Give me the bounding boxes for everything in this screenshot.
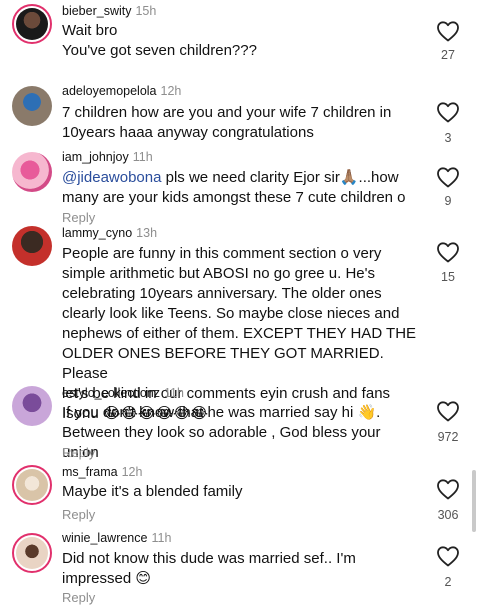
comment-username[interactable]: bieber_swity	[62, 4, 131, 18]
comment-time: 11h	[132, 150, 153, 164]
like-count: 9	[444, 194, 452, 208]
heart-icon[interactable]	[436, 478, 460, 500]
avatar[interactable]	[12, 386, 52, 426]
like-count: 972	[437, 430, 459, 444]
comment-time: 12h	[160, 84, 182, 98]
comment-text: Maybe it's a blended family	[62, 483, 243, 500]
reply-button[interactable]: Reply	[62, 507, 95, 522]
like-count: 15	[441, 270, 455, 284]
avatar[interactable]	[12, 86, 52, 126]
avatar[interactable]	[12, 4, 52, 44]
comment-time: 12h	[121, 465, 143, 479]
reply-button[interactable]: Reply	[62, 590, 95, 605]
comment-username[interactable]: iam_johnjoy	[62, 150, 129, 164]
comment-text: Wait bro You've got seven children???	[62, 22, 257, 59]
comment-username[interactable]: ms_frama	[62, 465, 118, 479]
heart-icon[interactable]	[436, 400, 460, 422]
heart-icon[interactable]	[436, 241, 460, 263]
heart-icon[interactable]	[436, 166, 460, 188]
comment-text: @jideawobona pls we need clarity Ejor si…	[62, 169, 406, 206]
like-count: 306	[437, 508, 459, 522]
comment-text: If you don't know that he was married sa…	[62, 404, 381, 461]
reply-button[interactable]: Reply	[62, 210, 95, 225]
heart-icon[interactable]	[436, 101, 460, 123]
comment-username[interactable]: winie_lawrence	[62, 531, 147, 545]
avatar[interactable]	[12, 533, 52, 573]
like-count: 27	[441, 48, 455, 62]
comment-time: 13h	[136, 226, 158, 240]
heart-icon[interactable]	[436, 20, 460, 42]
mention-link[interactable]: @jideawobona	[62, 169, 161, 186]
comment-text: Did not know this dude was married sef..…	[62, 550, 356, 587]
comment-time: 11h	[163, 386, 184, 400]
scrollbar[interactable]	[472, 470, 476, 532]
avatar[interactable]	[12, 465, 52, 505]
like-count: 2	[444, 575, 452, 589]
reply-button[interactable]: Reply	[62, 445, 95, 460]
comment-username[interactable]: lammy_cyno	[62, 226, 132, 240]
heart-icon[interactable]	[436, 545, 460, 567]
avatar[interactable]	[12, 226, 52, 266]
comment-username[interactable]: adeloyemopelola	[62, 84, 157, 98]
like-count: 3	[444, 131, 452, 145]
comment-time: 11h	[151, 531, 172, 545]
comment-username[interactable]: estylo_collectionz	[62, 386, 160, 400]
avatar[interactable]	[12, 152, 52, 192]
comment-time: 15h	[135, 4, 157, 18]
comment-text: 7 children how are you and your wife 7 c…	[62, 104, 392, 141]
